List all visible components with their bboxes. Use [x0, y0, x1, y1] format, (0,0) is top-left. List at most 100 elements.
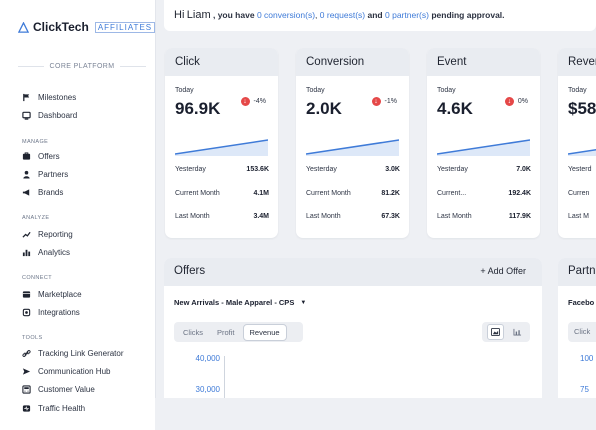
sidebar-item-label: Reporting	[38, 230, 73, 239]
row-value: 67.3K	[381, 213, 400, 220]
bar-chart-button[interactable]	[510, 325, 525, 339]
plug-icon	[22, 308, 31, 317]
megaphone-icon	[22, 188, 31, 197]
section-label-analyze: ANALYZE	[22, 215, 50, 221]
change-indicator: ↓ -4%	[240, 97, 266, 106]
current-month-row: Curren	[568, 190, 590, 197]
card-title: Click	[165, 48, 278, 76]
sidebar-item-label: Customer Value	[38, 385, 95, 394]
area-chart-icon	[491, 328, 500, 336]
sidebar-item-label: Tracking Link Generator	[38, 349, 124, 358]
sidebar-item-analytics[interactable]: Analytics	[22, 248, 70, 257]
panel-title: Offers	[174, 265, 206, 277]
pending-conversions-link[interactable]: 0 conversion(s)	[257, 10, 315, 20]
link-icon	[22, 349, 31, 358]
row-value: 81.2K	[381, 190, 400, 197]
row-label: Curren	[568, 190, 590, 197]
area-chart-button[interactable]	[487, 324, 504, 340]
greeting-and: and	[367, 10, 383, 20]
row-label: Current...	[437, 190, 467, 197]
today-value: 4.6K	[437, 99, 473, 118]
bar-chart-icon	[513, 328, 522, 336]
send-icon	[22, 367, 31, 376]
pending-partners-link[interactable]: 0 partner(s)	[385, 10, 429, 20]
sidebar-item-label: Milestones	[38, 93, 77, 102]
today-value: 2.0K	[306, 99, 342, 118]
row-value: 192.4K	[508, 190, 531, 197]
card-title: Reven	[558, 48, 596, 76]
sidebar-item-offers[interactable]: Offers	[22, 152, 60, 161]
health-icon	[22, 404, 31, 413]
greeting-text: Hi Liam , you have 0 conversion(s), 0 re…	[174, 9, 505, 21]
brand-logo[interactable]: ClickTech AFFILIATES	[18, 20, 156, 34]
sidebar-item-partners[interactable]: Partners	[22, 170, 68, 179]
logo-mark-icon	[18, 21, 29, 33]
down-arrow-icon: ↓	[504, 97, 514, 106]
sidebar-item-milestones[interactable]: Milestones	[22, 93, 76, 102]
row-label: Last Month	[175, 213, 210, 220]
analytics-icon	[22, 248, 31, 257]
row-label: Yesterd	[568, 166, 592, 173]
sidebar-item-dashboard[interactable]: Dashboard	[22, 111, 77, 120]
tab-profit[interactable]: Profit	[211, 325, 241, 340]
current-month-row: Current Month 81.2K	[306, 190, 400, 197]
y-tick-label: 40,000	[195, 354, 220, 363]
sidebar-item-traffic-health[interactable]: Traffic Health	[22, 404, 85, 413]
offers-icon	[22, 152, 31, 161]
sidebar-item-label: Marketplace	[38, 290, 82, 299]
sidebar-item-marketplace[interactable]: Marketplace	[22, 290, 82, 299]
sidebar-item-communication-hub[interactable]: Communication Hub	[22, 367, 110, 376]
tab-revenue[interactable]: Revenue	[242, 323, 287, 341]
sidebar-item-tracking-link-generator[interactable]: Tracking Link Generator	[22, 349, 124, 358]
sidebar-item-label: Integrations	[38, 308, 80, 317]
change-indicator: ↓ -1%	[371, 97, 397, 106]
add-offer-button[interactable]: + Add Offer	[480, 266, 526, 276]
sidebar-item-customer-value[interactable]: Customer Value	[22, 385, 95, 394]
row-label: Yesterday	[175, 166, 206, 173]
brand-affiliates: AFFILIATES	[94, 21, 156, 33]
greeting-user-name: Liam	[186, 9, 211, 21]
row-label: Last Month	[306, 213, 341, 220]
section-label-manage: MANAGE	[22, 139, 49, 145]
sidebar-item-label: Dashboard	[38, 111, 78, 120]
row-label: Yesterday	[437, 166, 468, 173]
card-title: Event	[427, 48, 540, 76]
greeting-hi: Hi	[174, 9, 185, 21]
change-indicator: ↓ 0%	[504, 97, 528, 106]
sidebar-item-brands[interactable]: Brands	[22, 188, 63, 197]
tab-clicks[interactable]: Clicks	[177, 325, 209, 340]
chart-line-icon	[22, 230, 31, 239]
campaign-dropdown[interactable]: New Arrivals - Male Apparel - CPS ▼	[174, 298, 306, 307]
row-label: Last M	[568, 213, 590, 220]
greeting-bar: Hi Liam , you have 0 conversion(s), 0 re…	[164, 0, 596, 31]
row-value: 3.4M	[253, 213, 269, 220]
stat-card-event: Event Today 4.6K ↓ 0% Yesterday 7.0K Curr…	[427, 48, 540, 238]
row-label: Current Month	[175, 190, 220, 197]
sidebar-item-integrations[interactable]: Integrations	[22, 308, 80, 317]
core-platform-divider: CORE PLATFORM	[18, 63, 146, 70]
pending-requests-link[interactable]: 0 request(s)	[320, 10, 365, 20]
core-platform-label: CORE PLATFORM	[49, 63, 115, 70]
greeting-tail: pending approval.	[431, 10, 505, 20]
today-value: 96.9K	[175, 99, 221, 118]
down-arrow-icon: ↓	[371, 97, 381, 106]
row-value: 7.0K	[516, 166, 531, 173]
down-arrow-icon: ↓	[240, 97, 250, 106]
campaign-name: New Arrivals - Male Apparel - CPS	[174, 298, 295, 307]
tab-clicks[interactable]: Click	[574, 327, 590, 336]
row-value: 3.0K	[385, 166, 400, 173]
stat-card-revenue: Reven Today $58 Yesterd Curren Last M	[558, 48, 596, 238]
row-value: 153.6K	[246, 166, 269, 173]
row-value: 4.1M	[253, 190, 269, 197]
sidebar: ClickTech AFFILIATES CORE PLATFORM Miles…	[0, 0, 156, 430]
row-value: 117.9K	[508, 213, 531, 220]
row-label: Current Month	[306, 190, 351, 197]
user-icon	[22, 170, 31, 179]
stat-card-conversion: Conversion Today 2.0K ↓ -1% Yesterday 3.0…	[296, 48, 409, 238]
divider-line	[120, 66, 146, 67]
last-month-row: Last M	[568, 213, 590, 220]
bottom-background	[155, 398, 596, 430]
sidebar-item-reporting[interactable]: Reporting	[22, 230, 73, 239]
partner-dropdown[interactable]: Facebo	[568, 298, 594, 307]
chart-type-toggle	[482, 322, 530, 342]
